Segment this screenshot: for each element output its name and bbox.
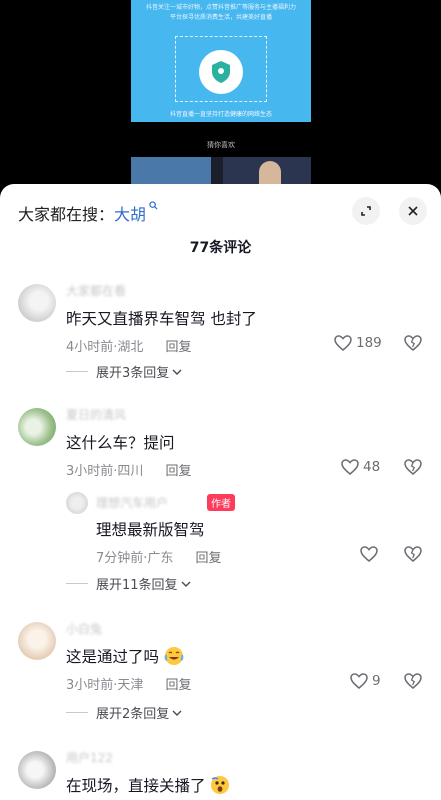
comment-text: 这是通过了吗: [66, 645, 184, 667]
avatar[interactable]: [18, 408, 56, 446]
video-sub-caption: 平台探寻优质消费生活，共建美好直播: [169, 14, 272, 20]
video-frame-card: 抖音关注一城市好物，点赞抖音推广等服务与主播福利力 平台探寻优质消费生活，共建美…: [131, 0, 311, 122]
expand-fullscreen-button[interactable]: [352, 197, 380, 225]
like-count: 189: [356, 335, 382, 351]
video-background: 抖音关注一城市好物，点赞抖音推广等服务与主播福利力 平台探寻优质消费生活，共建美…: [0, 0, 441, 200]
like-button[interactable]: 48: [340, 458, 380, 476]
video-top-caption: 抖音关注一城市好物，点赞抖音推广等服务与主播福利力: [145, 4, 296, 10]
expand-replies-label: 展开3条回复: [96, 366, 170, 381]
avatar[interactable]: [18, 622, 56, 660]
comment-username[interactable]: 夏日的清风: [66, 406, 126, 423]
reply-username[interactable]: 理想汽车用户: [96, 494, 168, 511]
close-icon: [408, 206, 418, 216]
avatar[interactable]: [18, 284, 56, 322]
comment-meta: 3小时前·天津 回复: [66, 678, 192, 693]
comment-meta: 4小时前·湖北 回复: [66, 340, 192, 355]
expand-divider: [66, 583, 88, 584]
comment-count: 77条评论: [189, 240, 252, 256]
broken-heart-icon: [404, 335, 422, 351]
close-button[interactable]: [399, 197, 427, 225]
search-icon: [146, 201, 158, 213]
comment-time: 3小时前: [66, 678, 114, 693]
comment-time: 4小时前: [66, 340, 114, 355]
comment-location: 四川: [117, 464, 144, 479]
video-bottom-caption: 抖音直播一直坚持打造健康的网络生态: [169, 111, 272, 117]
comment-username[interactable]: 小白兔: [66, 620, 102, 637]
search-keyword[interactable]: 大胡: [114, 205, 146, 224]
dislike-button[interactable]: [403, 334, 423, 356]
comment-location: 湖北: [117, 340, 144, 355]
heart-icon: [341, 459, 359, 475]
reply-time: 7分钟前: [96, 551, 144, 566]
shield-logo-icon: [199, 50, 243, 94]
dislike-button[interactable]: [403, 672, 423, 694]
reply-button[interactable]: 回复: [165, 678, 191, 693]
broken-heart-icon: [404, 459, 422, 475]
heart-icon: [334, 335, 352, 351]
comment-text-content: 这是通过了吗: [66, 648, 160, 666]
expand-replies-button[interactable]: 展开11条回复: [66, 574, 191, 593]
reply-location: 广东: [147, 551, 174, 566]
comment-time: 3小时前: [66, 464, 114, 479]
expand-replies-label: 展开11条回复: [96, 578, 178, 593]
reply-button[interactable]: 回复: [195, 551, 221, 566]
reply-like-button[interactable]: [359, 545, 379, 563]
expand-divider: [66, 712, 88, 713]
reply-avatar[interactable]: [66, 492, 88, 514]
like-count: 48: [363, 459, 381, 475]
author-badge: 作者: [207, 494, 235, 511]
comments-sheet: 大家都在搜：大胡 77条评论 大家都在看 昨天又直播界车智驾 也封了 4小时前·…: [0, 184, 441, 800]
like-button[interactable]: 189: [333, 334, 382, 352]
heart-icon: [360, 546, 378, 562]
like-button[interactable]: 9: [349, 672, 381, 690]
comment-text: 在现场，直接关播了: [66, 774, 230, 796]
chevron-down-icon: [181, 581, 191, 587]
video-tag: 猜你喜欢: [207, 141, 235, 149]
reply-meta: 7分钟前·广东 回复: [96, 551, 222, 566]
expand-replies-label: 展开2条回复: [96, 707, 170, 722]
comment-username[interactable]: 大家都在看: [66, 282, 126, 299]
dislike-button[interactable]: [403, 458, 423, 480]
search-prefix: 大家都在搜：: [18, 205, 115, 224]
reply-button[interactable]: 回复: [165, 464, 191, 479]
expand-replies-button[interactable]: 展开3条回复: [66, 362, 182, 381]
reply-button[interactable]: 回复: [165, 340, 191, 355]
heart-icon: [350, 673, 368, 689]
shocked-face-emoji-icon: [211, 776, 230, 794]
reply-dislike-button[interactable]: [403, 545, 423, 567]
chevron-down-icon: [172, 369, 182, 375]
comment-username[interactable]: 用户122: [66, 749, 113, 766]
expand-replies-button[interactable]: 展开2条回复: [66, 703, 182, 722]
comment-text: 昨天又直播界车智驾 也封了: [66, 310, 257, 328]
reply-text: 理想最新版智驾: [96, 521, 205, 539]
broken-heart-icon: [404, 673, 422, 689]
broken-heart-icon: [404, 546, 422, 562]
expand-divider: [66, 371, 88, 372]
search-suggestion[interactable]: 大家都在搜：大胡: [18, 201, 158, 225]
expand-icon: [361, 206, 371, 216]
chevron-down-icon: [172, 710, 182, 716]
avatar[interactable]: [18, 751, 56, 789]
like-count: 9: [372, 673, 381, 689]
comment-text: 这什么车？提问: [66, 434, 175, 452]
laughing-crying-emoji-icon: [164, 647, 184, 665]
comment-location: 天津: [117, 678, 144, 693]
comment-meta: 3小时前·四川 回复: [66, 464, 192, 479]
comment-text-content: 在现场，直接关播了: [66, 777, 206, 795]
